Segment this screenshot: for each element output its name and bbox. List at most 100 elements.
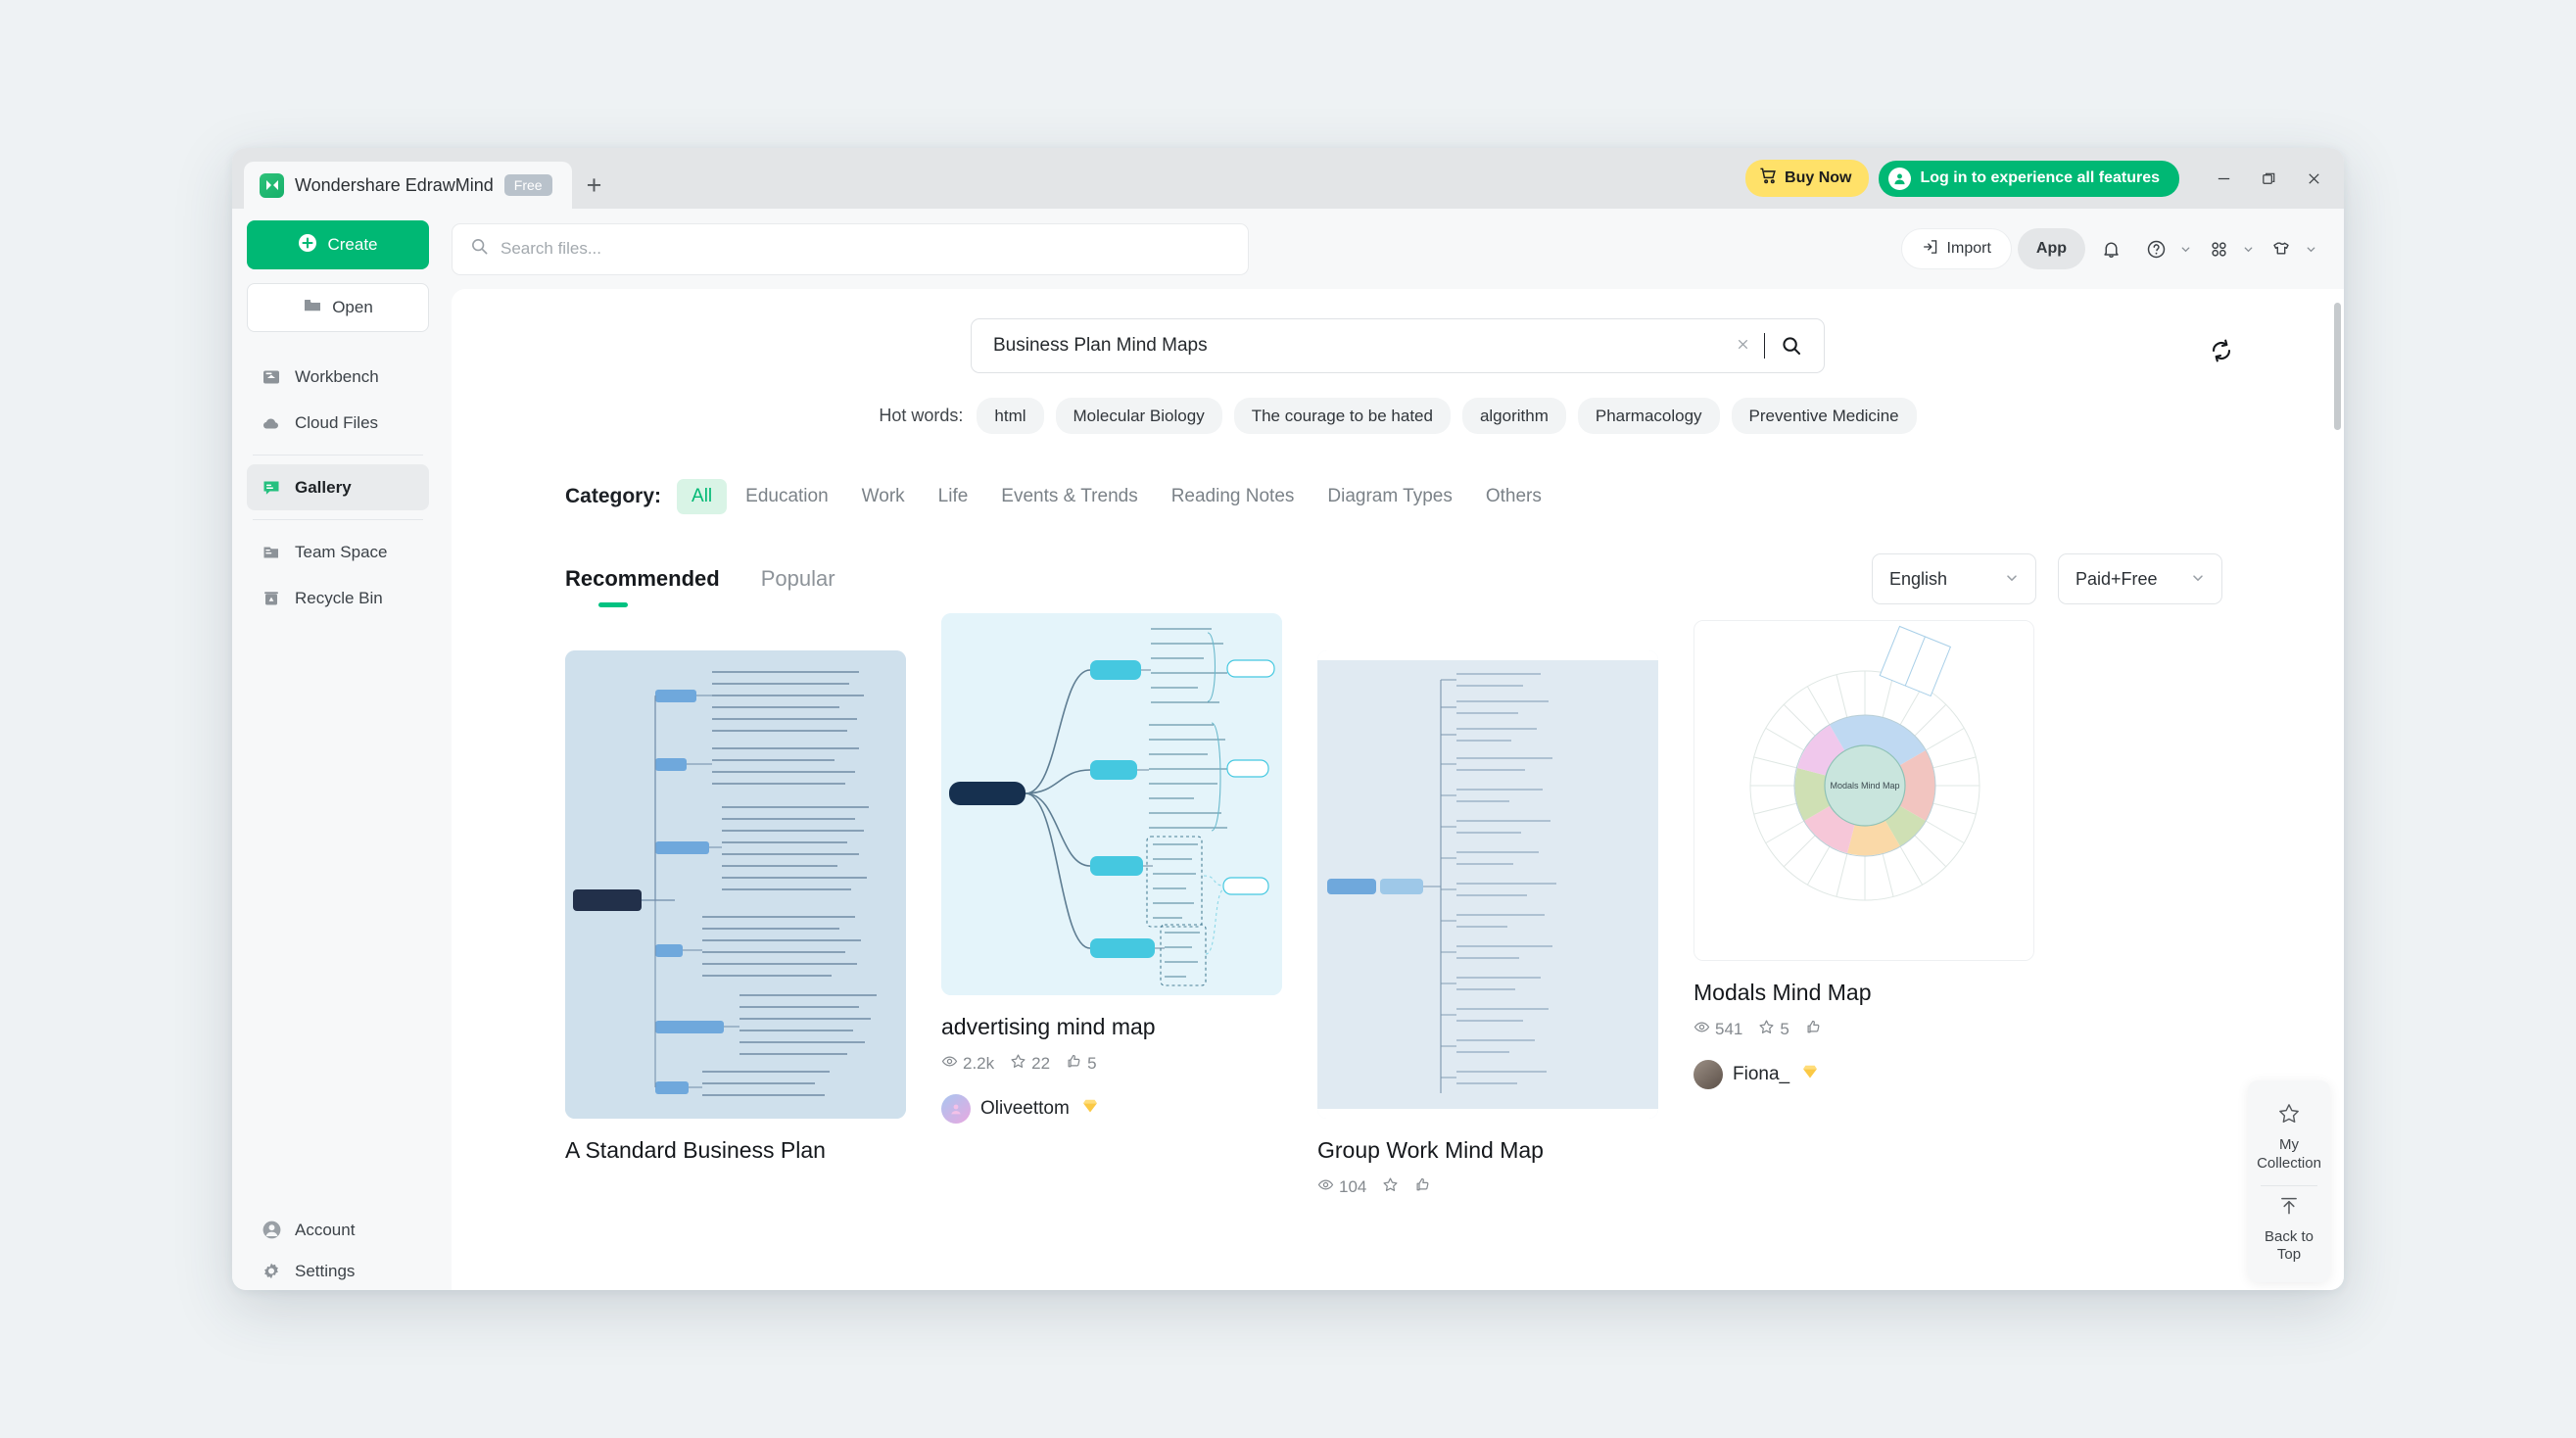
template-thumbnail[interactable]: Modals Mind Map [1693, 620, 2034, 961]
vertical-scrollbar[interactable] [2334, 303, 2341, 430]
recycle-bin-icon [261, 588, 282, 609]
search-submit-icon[interactable] [1765, 335, 1808, 357]
hot-word-chip[interactable]: algorithm [1461, 398, 1566, 434]
back-to-top-button[interactable]: Back to Top [2248, 1186, 2330, 1277]
create-button[interactable]: Create [247, 220, 429, 269]
sidebar-item-label: Cloud Files [295, 412, 379, 432]
category-diagram-types[interactable]: Diagram Types [1312, 479, 1466, 514]
cart-icon [1759, 167, 1778, 190]
category-work[interactable]: Work [847, 479, 920, 514]
sidebar-item-label: Team Space [295, 542, 388, 561]
template-thumbnail[interactable] [941, 613, 1282, 995]
help-chevron-down-icon[interactable] [2177, 244, 2193, 255]
views-stat: 541 [1693, 1019, 1742, 1040]
login-label: Log in to experience all features [1920, 169, 2160, 186]
theme-shirt-icon[interactable] [2262, 229, 2301, 268]
category-events-trends[interactable]: Events & Trends [986, 479, 1152, 514]
user-icon [1888, 167, 1912, 190]
views-count: 104 [1339, 1176, 1367, 1196]
star-icon [2277, 1102, 2301, 1130]
category-row: Category: All Education Work Life Events… [452, 434, 2344, 514]
price-select[interactable]: Paid+Free [2058, 553, 2222, 604]
right-float-panel: My Collection Back to Top [2248, 1080, 2330, 1282]
template-card-stats: 541 5 [1693, 1019, 2034, 1040]
tab-strip: Wondershare EdrawMind Free + [232, 148, 617, 209]
likes-stat [1414, 1176, 1431, 1198]
theme-chevron-down-icon[interactable] [2303, 244, 2318, 255]
import-icon [1922, 238, 1939, 261]
template-card-title: Group Work Mind Map [1317, 1137, 1544, 1163]
account-icon [261, 1220, 282, 1241]
sidebar-item-gallery[interactable]: Gallery [247, 464, 429, 510]
eye-icon [1693, 1019, 1710, 1040]
search-icon [470, 237, 489, 261]
apps-grid-icon[interactable] [2199, 229, 2238, 268]
sidebar-nav-primary: Workbench Cloud Files [247, 354, 429, 446]
maximize-button[interactable] [2246, 148, 2291, 209]
clear-icon[interactable] [1722, 336, 1764, 356]
tab-recommended[interactable]: Recommended [565, 566, 741, 607]
sidebar: Create Open Workbench Cloud Files Galler… [232, 209, 444, 1290]
my-collection-button[interactable]: My Collection [2248, 1094, 2330, 1185]
apps-chevron-down-icon[interactable] [2240, 244, 2256, 255]
sunburst-illustration: Modals Mind Map [1694, 621, 2033, 960]
avatar [1693, 1059, 1723, 1089]
edrawmind-logo-icon [260, 172, 284, 198]
category-education[interactable]: Education [731, 479, 843, 514]
category-all[interactable]: All [677, 479, 728, 514]
template-thumbnail[interactable] [1317, 650, 1658, 1119]
author-name: Oliveettom [980, 1097, 1070, 1119]
close-button[interactable] [2291, 148, 2336, 209]
my-collection-line1: My [2279, 1136, 2299, 1153]
tab-title: Wondershare EdrawMind [295, 174, 494, 195]
sidebar-nav-secondary: Team Space Recycle Bin [247, 529, 429, 621]
hot-word-chip[interactable]: Molecular Biology [1055, 398, 1222, 434]
template-card[interactable]: A Standard Business Plan [565, 650, 906, 1165]
category-others[interactable]: Others [1471, 479, 1556, 514]
language-select[interactable]: English [1872, 553, 2036, 604]
hot-word-chip[interactable]: html [977, 398, 1044, 434]
template-card[interactable]: Modals Mind Map Modals Mind Map 541 5 Fi… [1693, 620, 2034, 1089]
sidebar-item-settings[interactable]: Settings [247, 1259, 429, 1284]
template-card-author[interactable]: Oliveettom [941, 1093, 1282, 1124]
gallery-search-input[interactable]: Business Plan Mind Maps [971, 318, 1825, 373]
views-stat: 2.2k [941, 1053, 994, 1075]
open-button[interactable]: Open [247, 283, 429, 332]
vip-diamond-icon [1799, 1061, 1821, 1087]
help-icon[interactable] [2136, 229, 2175, 268]
bell-icon[interactable] [2091, 229, 2130, 268]
sidebar-item-team-space[interactable]: Team Space [247, 529, 429, 575]
minimize-button[interactable] [2201, 148, 2246, 209]
hot-word-chip[interactable]: The courage to be hated [1233, 398, 1451, 434]
refresh-icon[interactable] [2201, 330, 2242, 371]
gallery-search-row: Business Plan Mind Maps [452, 289, 2344, 373]
hot-word-chip[interactable]: Pharmacology [1577, 398, 1720, 434]
sidebar-item-recycle-bin[interactable]: Recycle Bin [247, 575, 429, 621]
template-card-author[interactable]: Fiona_ [1693, 1059, 2034, 1089]
template-card[interactable]: Group Work Mind Map 104 [1317, 650, 1658, 1198]
category-label: Category: [565, 485, 662, 507]
login-button[interactable]: Log in to experience all features [1879, 160, 2179, 197]
sidebar-item-label: Account [295, 1220, 356, 1239]
category-life[interactable]: Life [924, 479, 983, 514]
import-button[interactable]: Import [1900, 228, 2012, 269]
buy-now-button[interactable]: Buy Now [1745, 160, 1870, 197]
search-files-input[interactable]: Search files... [452, 222, 1249, 275]
app-button[interactable]: App [2017, 228, 2085, 269]
category-reading-notes[interactable]: Reading Notes [1157, 479, 1310, 514]
price-select-value: Paid+Free [2075, 568, 2158, 589]
sidebar-item-workbench[interactable]: Workbench [247, 354, 429, 400]
tab-popular[interactable]: Popular [761, 566, 857, 592]
tree-mindmap-blue-illustration [565, 650, 906, 1119]
free-badge: Free [503, 173, 552, 197]
new-tab-button[interactable]: + [572, 162, 617, 209]
filter-selects: English Paid+Free [1872, 553, 2313, 604]
hot-word-chip[interactable]: Preventive Medicine [1731, 398, 1917, 434]
template-card[interactable]: advertising mind map 2.2k 22 5 Oliveetto… [941, 613, 1282, 1124]
sidebar-item-cloud-files[interactable]: Cloud Files [247, 400, 429, 446]
template-thumbnail[interactable] [565, 650, 906, 1119]
sidebar-item-account[interactable]: Account [247, 1207, 429, 1253]
my-collection-line2: Collection [2257, 1154, 2321, 1172]
star-icon [1010, 1053, 1026, 1075]
browser-tab-edrawmind[interactable]: Wondershare EdrawMind Free [244, 162, 572, 209]
